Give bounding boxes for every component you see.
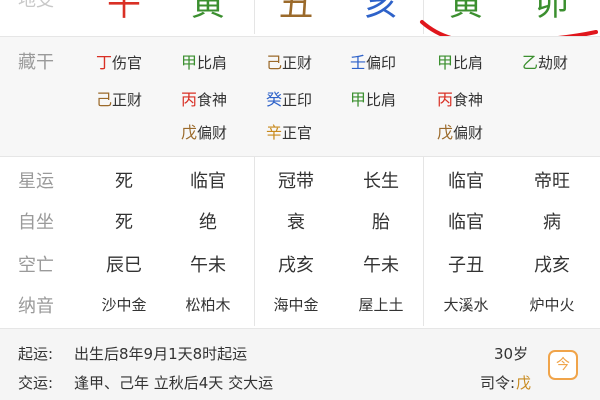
row-label: 空亡 bbox=[18, 255, 54, 276]
row-cell: 死 bbox=[115, 171, 133, 192]
age-value: 30岁 bbox=[494, 345, 529, 363]
row-cell: 炉中火 bbox=[529, 296, 575, 314]
tiangan-char: 丁 bbox=[96, 53, 113, 72]
row-label: 自坐 bbox=[18, 212, 54, 233]
today-calendar-icon[interactable]: 今 bbox=[548, 350, 578, 380]
dizhi-char: 丑 bbox=[279, 0, 313, 24]
row-divider bbox=[0, 36, 600, 37]
header-divider bbox=[254, 0, 255, 34]
row-label-canggan: 藏干 bbox=[18, 52, 54, 73]
row-label-dizhi: 地支 bbox=[18, 0, 54, 11]
shishen-label: 偏财 bbox=[453, 124, 484, 142]
dizhi-char: 亥 bbox=[364, 0, 398, 24]
row-cell: 长生 bbox=[363, 171, 399, 192]
shishen-label: 正印 bbox=[282, 91, 313, 109]
jiaoyun-text: 逢甲、己年 立秋后4天 交大运 bbox=[74, 374, 274, 392]
row-cell: 戌亥 bbox=[534, 255, 570, 276]
tiangan-char: 壬 bbox=[350, 53, 367, 72]
row-cell: 松柏木 bbox=[185, 296, 231, 314]
row-cell: 临官 bbox=[190, 171, 226, 192]
canggan-item: 壬偏印 bbox=[350, 49, 396, 73]
row-divider bbox=[0, 156, 600, 157]
canggan-item: 戊偏财 bbox=[437, 119, 483, 143]
row-cell: 死 bbox=[115, 212, 133, 233]
tiangan-char: 戊 bbox=[437, 123, 454, 142]
tiangan-char: 甲 bbox=[181, 53, 198, 72]
footer-divider bbox=[0, 328, 600, 329]
tiangan-char: 戊 bbox=[181, 123, 198, 142]
tiangan-char: 己 bbox=[266, 53, 283, 72]
tiangan-char: 丙 bbox=[181, 90, 198, 109]
row-cell: 病 bbox=[543, 212, 561, 233]
canggan-item: 丙食神 bbox=[437, 86, 483, 110]
row-cell: 午未 bbox=[190, 255, 226, 276]
canggan-item: 己正财 bbox=[96, 86, 142, 110]
canggan-item: 癸正印 bbox=[266, 86, 312, 110]
shishen-label: 正官 bbox=[282, 124, 313, 142]
canggan-item: 甲比肩 bbox=[350, 86, 396, 110]
dizhi-char: 午 bbox=[107, 0, 141, 24]
shishen-label: 食神 bbox=[453, 91, 484, 109]
column-divider bbox=[423, 156, 424, 326]
row-label: 纳音 bbox=[18, 296, 54, 317]
canggan-item: 己正财 bbox=[266, 49, 312, 73]
row-cell: 冠带 bbox=[278, 171, 314, 192]
row-cell: 胎 bbox=[372, 212, 390, 233]
shishen-label: 伤官 bbox=[112, 54, 143, 72]
tiangan-char: 己 bbox=[96, 90, 113, 109]
row-cell: 大溪水 bbox=[443, 296, 489, 314]
shishen-label: 偏财 bbox=[197, 124, 228, 142]
shishen-label: 比肩 bbox=[453, 54, 484, 72]
row-cell: 绝 bbox=[199, 212, 217, 233]
tiangan-char: 丙 bbox=[437, 90, 454, 109]
row-cell: 海中金 bbox=[273, 296, 319, 314]
row-cell: 临官 bbox=[448, 212, 484, 233]
shishen-label: 比肩 bbox=[197, 54, 228, 72]
column-divider bbox=[254, 156, 255, 326]
row-label: 星运 bbox=[18, 171, 54, 192]
siling-value: 戊 bbox=[516, 374, 532, 392]
canggan-item: 乙劫财 bbox=[522, 49, 568, 73]
row-cell: 戌亥 bbox=[278, 255, 314, 276]
tiangan-char: 甲 bbox=[437, 53, 454, 72]
shishen-label: 劫财 bbox=[538, 54, 569, 72]
row-cell: 子丑 bbox=[448, 255, 484, 276]
qiyun-text: 出生后8年9月1天8时起运 bbox=[74, 345, 248, 363]
canggan-item: 丁伤官 bbox=[96, 49, 142, 73]
jiaoyun-label: 交运: bbox=[18, 374, 54, 392]
qiyun-label: 起运: bbox=[18, 345, 54, 363]
row-cell: 午未 bbox=[363, 255, 399, 276]
siling-label: 司令: bbox=[480, 374, 516, 392]
tiangan-char: 乙 bbox=[522, 53, 539, 72]
row-cell: 屋上土 bbox=[358, 296, 404, 314]
row-cell: 辰巳 bbox=[106, 255, 142, 276]
shishen-label: 正财 bbox=[112, 91, 143, 109]
canggan-item: 辛正官 bbox=[266, 119, 312, 143]
row-cell: 衰 bbox=[287, 212, 305, 233]
shishen-label: 比肩 bbox=[366, 91, 397, 109]
dizhi-char: 寅 bbox=[191, 0, 225, 24]
canggan-item: 甲比肩 bbox=[437, 49, 483, 73]
row-cell: 沙中金 bbox=[101, 296, 147, 314]
row-cell: 临官 bbox=[448, 171, 484, 192]
row-cell: 帝旺 bbox=[534, 171, 570, 192]
tiangan-char: 辛 bbox=[266, 123, 283, 142]
tiangan-char: 癸 bbox=[266, 90, 283, 109]
canggan-item: 甲比肩 bbox=[181, 49, 227, 73]
canggan-item: 戊偏财 bbox=[181, 119, 227, 143]
canggan-item: 丙食神 bbox=[181, 86, 227, 110]
shishen-label: 正财 bbox=[282, 54, 313, 72]
today-icon-char: 今 bbox=[556, 357, 570, 373]
shishen-label: 食神 bbox=[197, 91, 228, 109]
shishen-label: 偏印 bbox=[366, 54, 397, 72]
tiangan-char: 甲 bbox=[350, 90, 367, 109]
